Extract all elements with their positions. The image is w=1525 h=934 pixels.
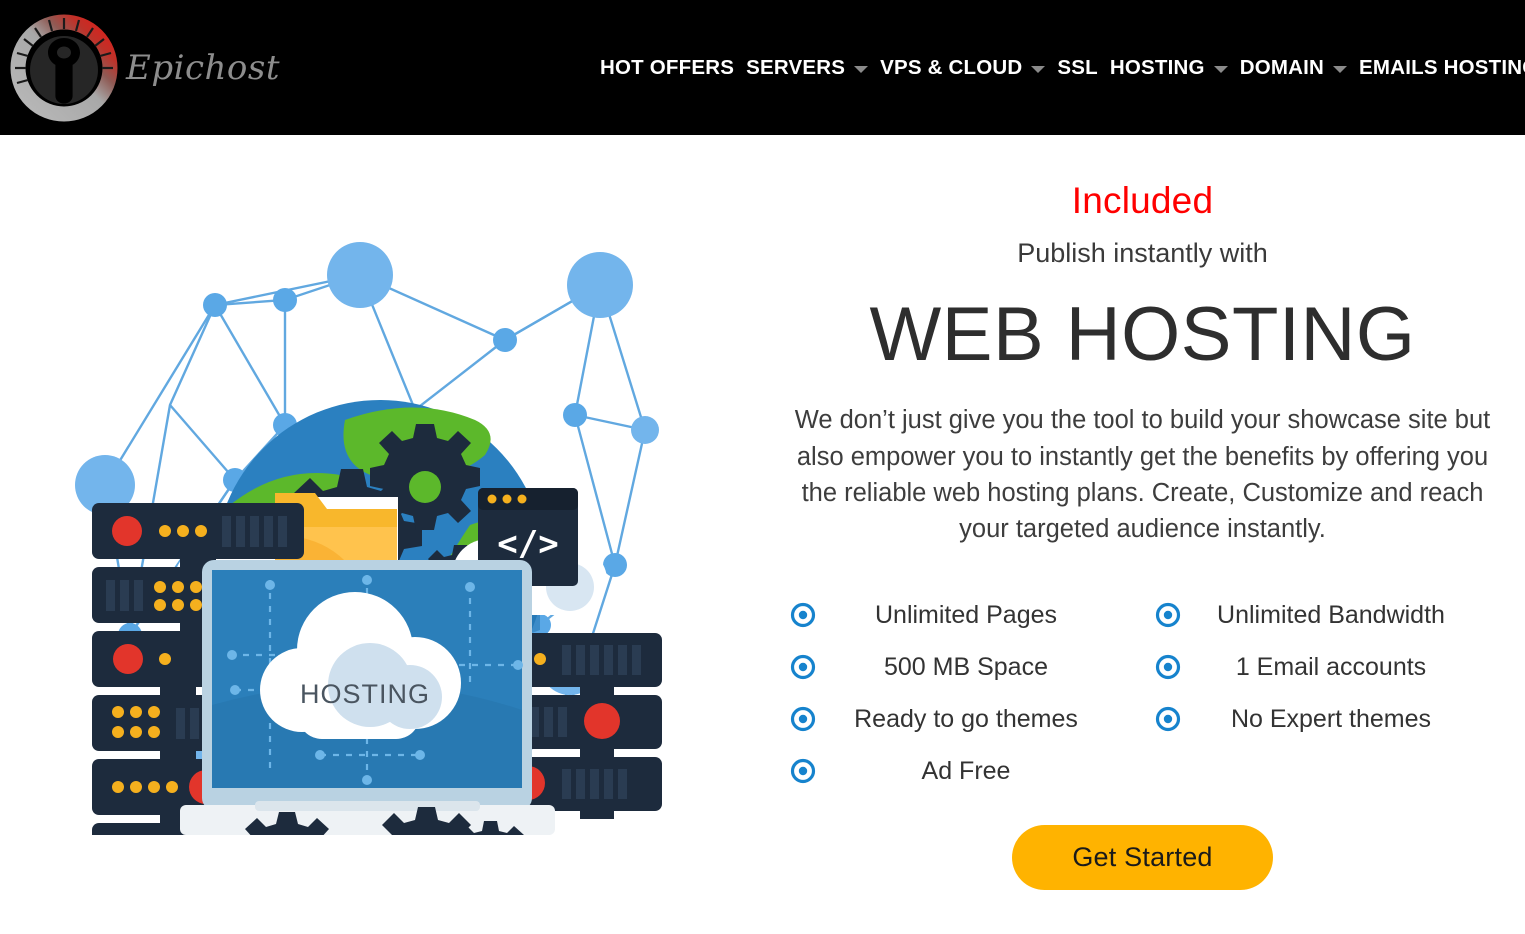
feature-column-left: Unlimited Pages 500 MB Space Ready to go… xyxy=(778,589,1143,797)
brand-logo[interactable]: Epichost xyxy=(8,12,280,124)
hosting-screen-label: HOSTING xyxy=(300,679,430,709)
hero-subtitle: Publish instantly with xyxy=(1017,237,1268,268)
web-hosting-network-illustration: </> HOSTING xyxy=(75,241,662,835)
hero-eyebrow-included: Included xyxy=(1071,180,1214,221)
radio-dot-icon xyxy=(790,603,815,628)
nav-label: EMAILS HOSTING xyxy=(1359,55,1525,79)
nav-item-hot-offers[interactable]: HOT OFFERS xyxy=(600,56,740,80)
nav-item-vps-cloud[interactable]: VPS & CLOUD xyxy=(874,56,1051,80)
list-item: Unlimited Bandwidth xyxy=(1143,589,1508,641)
list-item: Ready to go themes xyxy=(778,693,1143,745)
radio-dot-icon xyxy=(1155,655,1180,680)
nav-label: HOSTING xyxy=(1109,55,1205,79)
gauge-wrench-logo-icon xyxy=(10,14,118,121)
nav-label: HOT OFFERS xyxy=(600,55,735,79)
hero-description: We don’t just give you the tool to build… xyxy=(794,406,1491,544)
radio-dot-icon xyxy=(790,759,815,784)
list-item: 500 MB Space xyxy=(778,641,1143,693)
chevron-down-icon xyxy=(1213,65,1228,73)
chevron-down-icon xyxy=(1333,65,1348,73)
nav-item-domain[interactable]: DOMAIN xyxy=(1234,56,1353,80)
radio-dot-icon xyxy=(1155,707,1180,732)
site-header: Epichost HOT OFFERS SERVERS VPS & CLOUD … xyxy=(0,0,1525,135)
list-item: Unlimited Pages xyxy=(778,589,1143,641)
nav-label: VPS & CLOUD xyxy=(880,55,1023,79)
feature-label: 1 Email accounts xyxy=(1235,652,1427,681)
get-started-button[interactable]: Get Started xyxy=(1012,825,1273,891)
nav-label: DOMAIN xyxy=(1239,55,1325,79)
svg-text:</>: </> xyxy=(497,524,558,564)
laptop-graphic: HOSTING xyxy=(180,559,555,835)
nav-item-hosting[interactable]: HOSTING xyxy=(1104,56,1234,80)
list-item: No Expert themes xyxy=(1143,693,1508,745)
main-navigation: HOT OFFERS SERVERS VPS & CLOUD SSL HOSTI… xyxy=(600,0,1525,135)
chevron-down-icon xyxy=(854,65,869,73)
brand-name: Epichost xyxy=(126,47,280,88)
feature-label: No Expert themes xyxy=(1230,704,1432,733)
page-body: </> HOSTING Included Publish instantly w… xyxy=(0,135,1525,934)
nav-item-emails-hosting[interactable]: EMAILS HOSTING xyxy=(1353,56,1525,80)
hero-content-pane: Included Publish instantly with WEB HOST… xyxy=(760,135,1525,934)
nav-label: SERVERS xyxy=(746,55,846,79)
feature-label: 500 MB Space xyxy=(884,652,1048,681)
feature-label: Ad Free xyxy=(921,756,1011,785)
cta-container: Get Started xyxy=(760,825,1525,891)
page-title: WEB HOSTING xyxy=(869,291,1416,377)
nav-label: SSL xyxy=(1057,55,1098,79)
illustration-pane: </> HOSTING xyxy=(0,135,760,934)
list-item: Ad Free xyxy=(778,745,1143,797)
chevron-down-icon xyxy=(1031,65,1046,73)
feature-label: Unlimited Bandwidth xyxy=(1217,600,1445,629)
radio-dot-icon xyxy=(1155,603,1180,628)
feature-column-right: Unlimited Bandwidth 1 Email accounts No … xyxy=(1143,589,1508,797)
nav-item-ssl[interactable]: SSL xyxy=(1051,56,1103,80)
nav-item-servers[interactable]: SERVERS xyxy=(740,56,874,80)
feature-list: Unlimited Pages 500 MB Space Ready to go… xyxy=(778,589,1508,797)
feature-label: Unlimited Pages xyxy=(874,600,1058,629)
radio-dot-icon xyxy=(790,707,815,732)
feature-label: Ready to go themes xyxy=(854,704,1078,733)
list-item: 1 Email accounts xyxy=(1143,641,1508,693)
radio-dot-icon xyxy=(790,655,815,680)
